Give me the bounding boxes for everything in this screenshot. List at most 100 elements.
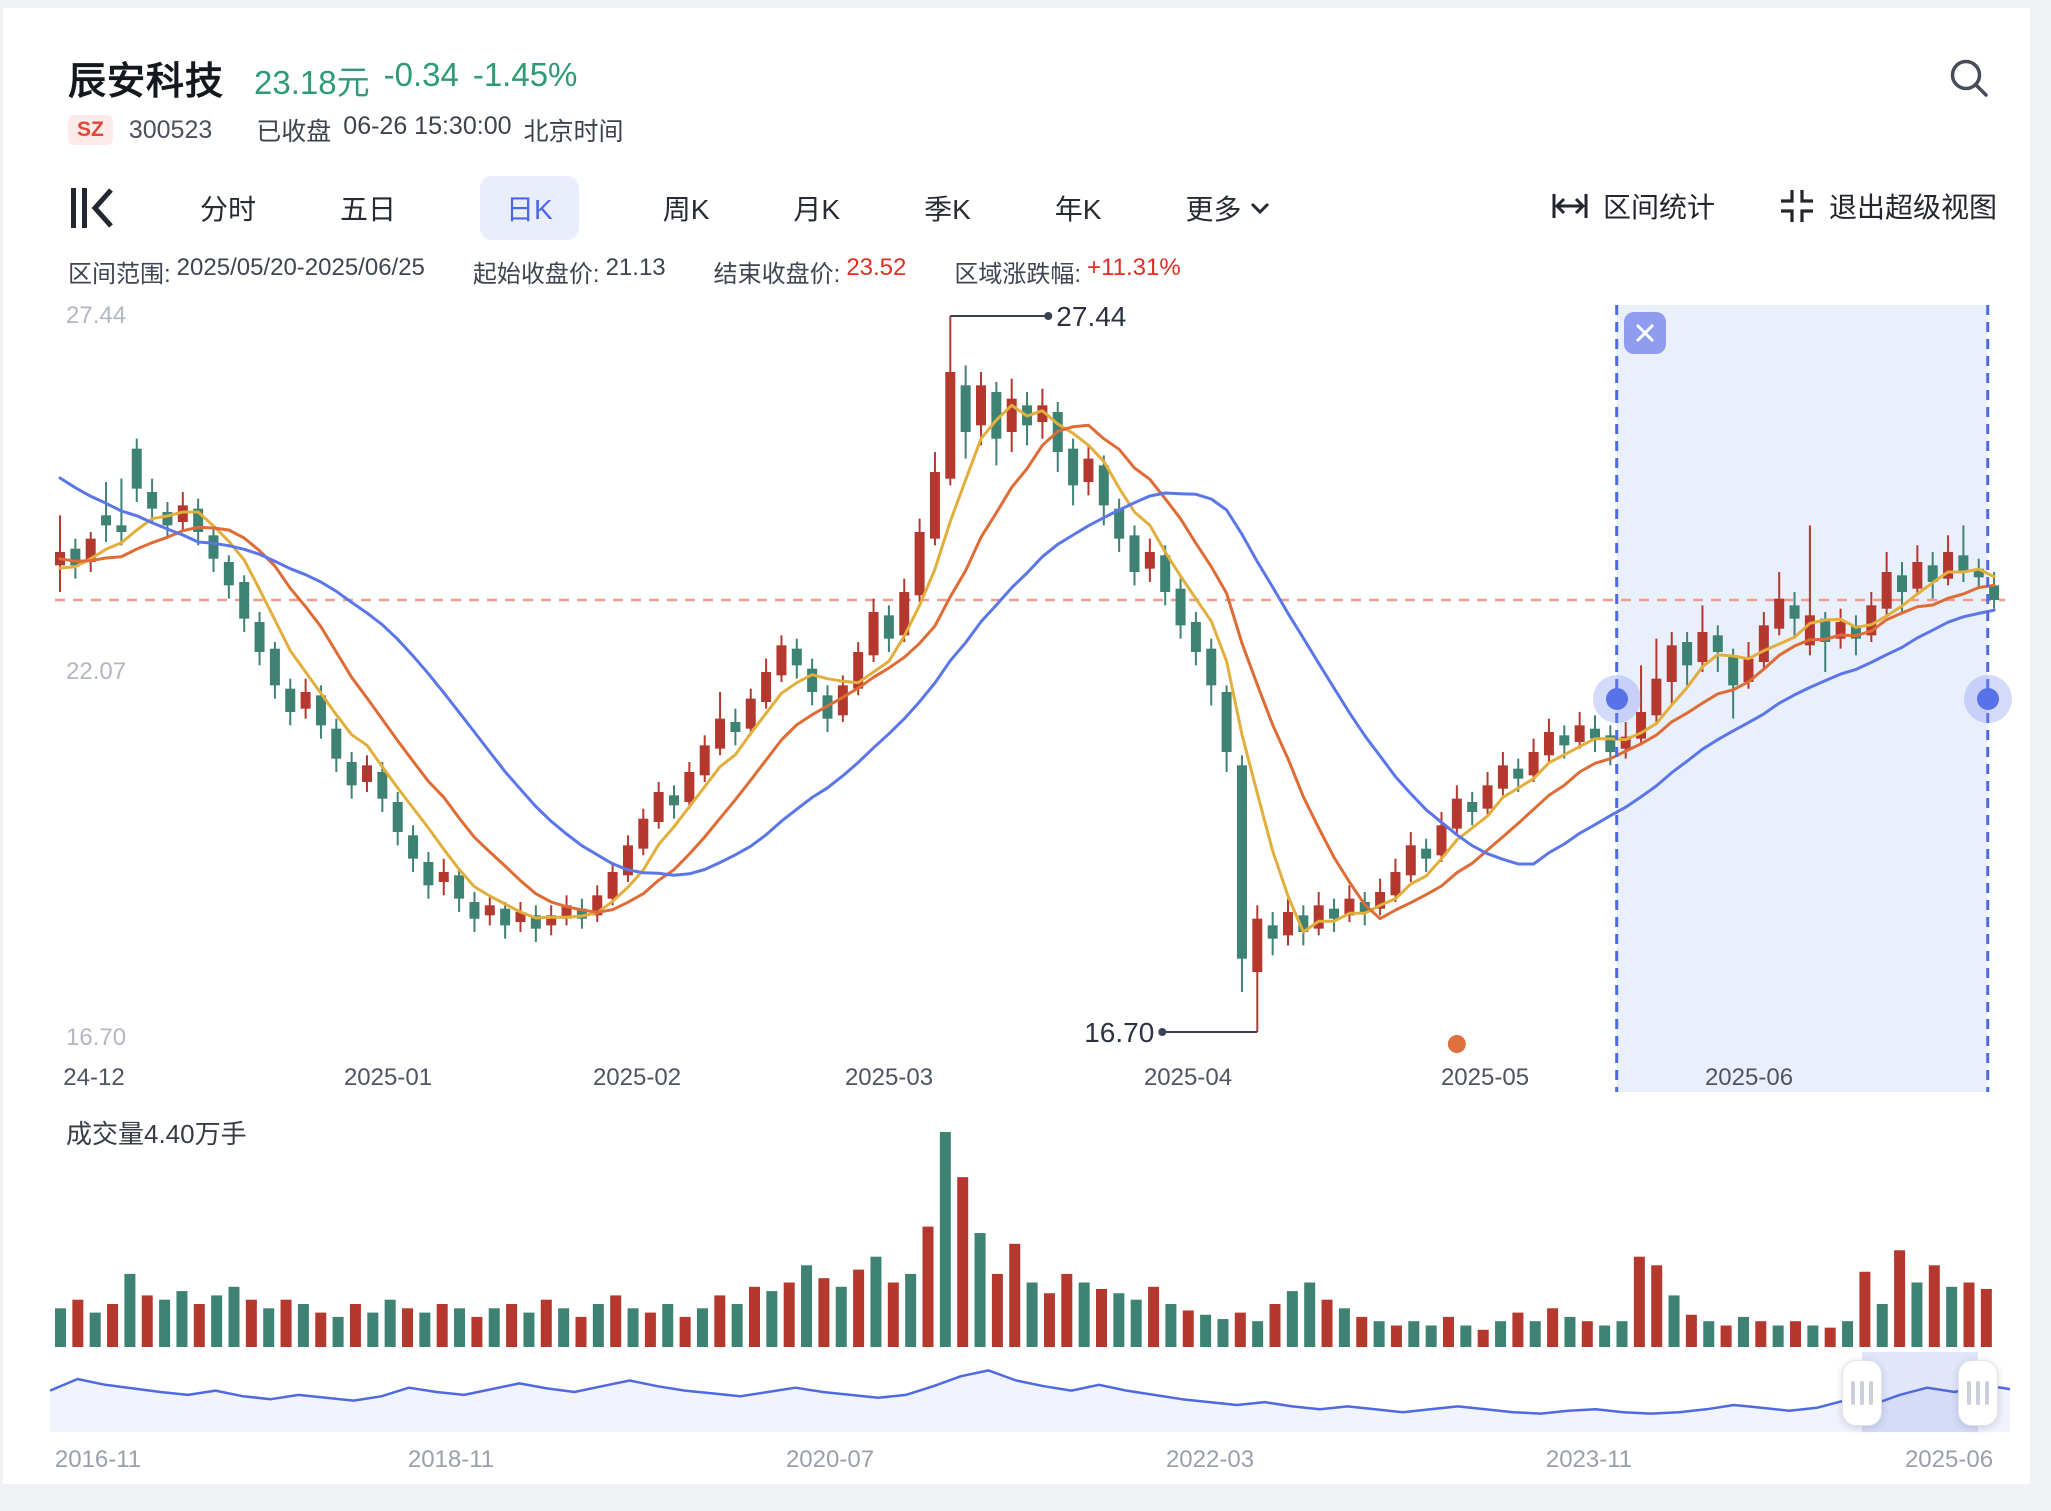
search-button[interactable] bbox=[1947, 56, 1993, 107]
interval-stats-row: 区间范围: 2025/05/20-2025/06/25 起始收盘价: 21.13… bbox=[68, 254, 1181, 289]
grip-bar bbox=[1869, 1381, 1873, 1405]
candle-body bbox=[715, 719, 725, 749]
range-stats-button[interactable]: 区间统计 bbox=[1549, 186, 1715, 226]
candle-body bbox=[1728, 655, 1738, 685]
selection-left-handle[interactable] bbox=[1593, 675, 1641, 723]
selection-close-button[interactable] bbox=[1624, 312, 1666, 354]
stat-range-value: 2025/05/20-2025/06/25 bbox=[177, 254, 425, 289]
candle-body bbox=[684, 772, 694, 802]
main-x-tick: 2025-01 bbox=[344, 1064, 432, 1092]
main-x-tick: 2025-03 bbox=[845, 1064, 933, 1092]
navigator-left-handle[interactable] bbox=[1842, 1360, 1882, 1426]
candle-body bbox=[608, 872, 618, 899]
candle-body bbox=[1912, 562, 1922, 589]
candle-body bbox=[224, 562, 234, 585]
volume-bar bbox=[923, 1227, 934, 1347]
grip-bar bbox=[1967, 1381, 1971, 1405]
volume-bar bbox=[55, 1308, 66, 1347]
candle-body bbox=[1068, 449, 1078, 486]
candle-body bbox=[1437, 825, 1447, 855]
volume-bar bbox=[142, 1295, 153, 1347]
candle-body bbox=[915, 532, 925, 595]
stat-end-label: 结束收盘价: bbox=[714, 254, 841, 289]
volume-bar bbox=[1235, 1313, 1246, 1347]
grip-bar bbox=[1976, 1381, 1980, 1405]
candle-body bbox=[1099, 465, 1109, 505]
price-group: 23.18元 -0.34 -1.45% bbox=[254, 56, 577, 104]
candle-body bbox=[1774, 599, 1784, 629]
selection-right-handle[interactable] bbox=[1964, 675, 2012, 723]
stat-change-pct: 区域涨跌幅: +11.31% bbox=[954, 254, 1180, 289]
candle-body bbox=[638, 819, 648, 849]
volume-bar bbox=[1859, 1272, 1870, 1347]
tab-quarter-k[interactable]: 季K bbox=[924, 176, 971, 240]
candle-body bbox=[147, 492, 157, 509]
volume-bar bbox=[385, 1300, 396, 1347]
volume-bar bbox=[541, 1300, 552, 1347]
volume-bar bbox=[836, 1287, 847, 1347]
stock-code: 300523 bbox=[129, 116, 212, 145]
candle-body bbox=[1329, 909, 1339, 919]
candle-body bbox=[1206, 649, 1216, 686]
volume-bar bbox=[1374, 1321, 1385, 1347]
volume-bar bbox=[1512, 1313, 1523, 1347]
exit-superview-button[interactable]: 退出超级视图 bbox=[1777, 186, 1997, 226]
volume-bar bbox=[107, 1304, 118, 1347]
volume-bar bbox=[1217, 1319, 1228, 1347]
candle-body bbox=[1130, 535, 1140, 572]
candle-body bbox=[792, 649, 802, 666]
volume-bar bbox=[1669, 1295, 1680, 1347]
candle-body bbox=[1268, 925, 1278, 938]
kline-logo-icon bbox=[66, 183, 116, 233]
candle-body bbox=[1590, 729, 1600, 739]
candle-body bbox=[1160, 555, 1170, 592]
volume-bar bbox=[454, 1308, 465, 1347]
volume-bar bbox=[1634, 1257, 1645, 1347]
candle-body bbox=[1882, 572, 1892, 609]
volume-bar bbox=[1721, 1326, 1732, 1348]
stat-start-value: 21.13 bbox=[606, 254, 666, 289]
tab-month-k[interactable]: 月K bbox=[793, 176, 840, 240]
candle-body bbox=[116, 525, 126, 532]
candle-body bbox=[485, 905, 495, 915]
volume-bar bbox=[1946, 1287, 1957, 1347]
volume-bar bbox=[1790, 1321, 1801, 1347]
volume-bar bbox=[1061, 1274, 1072, 1347]
tab-week-k[interactable]: 周K bbox=[663, 176, 710, 240]
high-annotation-dot bbox=[1044, 312, 1052, 320]
volume-bar bbox=[506, 1304, 517, 1347]
navigator-x-tick: 2022-03 bbox=[1166, 1446, 1254, 1474]
more-dropdown[interactable]: 更多 bbox=[1185, 188, 1271, 228]
candle-body bbox=[423, 862, 433, 885]
tab-minute[interactable]: 分时 bbox=[200, 176, 256, 240]
navigator-x-tick: 2016-11 bbox=[55, 1446, 141, 1474]
tab-day-k[interactable]: 日K bbox=[480, 176, 579, 240]
volume-bar bbox=[1096, 1289, 1107, 1347]
selection-right-handle-dot bbox=[1977, 688, 1999, 710]
tab-five-day[interactable]: 五日 bbox=[340, 176, 396, 240]
volume-bar bbox=[350, 1304, 361, 1347]
candle-body bbox=[976, 385, 986, 425]
candle-body bbox=[961, 385, 971, 432]
stat-end-price: 结束收盘价: 23.52 bbox=[714, 254, 907, 289]
candle-body bbox=[1498, 765, 1508, 788]
volume-bar bbox=[437, 1304, 448, 1347]
stat-range: 区间范围: 2025/05/20-2025/06/25 bbox=[68, 254, 425, 289]
volume-bar bbox=[1408, 1321, 1419, 1347]
price-change: -0.34 bbox=[384, 56, 459, 104]
candle-body bbox=[776, 645, 786, 675]
candle-body bbox=[331, 729, 341, 759]
volume-bar bbox=[1113, 1293, 1124, 1347]
kline-logo-button[interactable] bbox=[66, 183, 116, 233]
volume-bar bbox=[523, 1313, 534, 1347]
exit-superview-icon bbox=[1777, 186, 1817, 226]
quote-timestamp: 06-26 15:30:00 bbox=[343, 112, 511, 148]
candle-body bbox=[393, 802, 403, 832]
candle-body bbox=[101, 515, 111, 525]
volume-bar bbox=[628, 1308, 639, 1347]
navigator-area bbox=[50, 1370, 2010, 1432]
candle-body bbox=[1007, 399, 1017, 432]
navigator-right-handle[interactable] bbox=[1958, 1360, 1998, 1426]
low-annotation-label: 16.70 bbox=[1084, 1017, 1154, 1048]
tab-year-k[interactable]: 年K bbox=[1055, 176, 1102, 240]
